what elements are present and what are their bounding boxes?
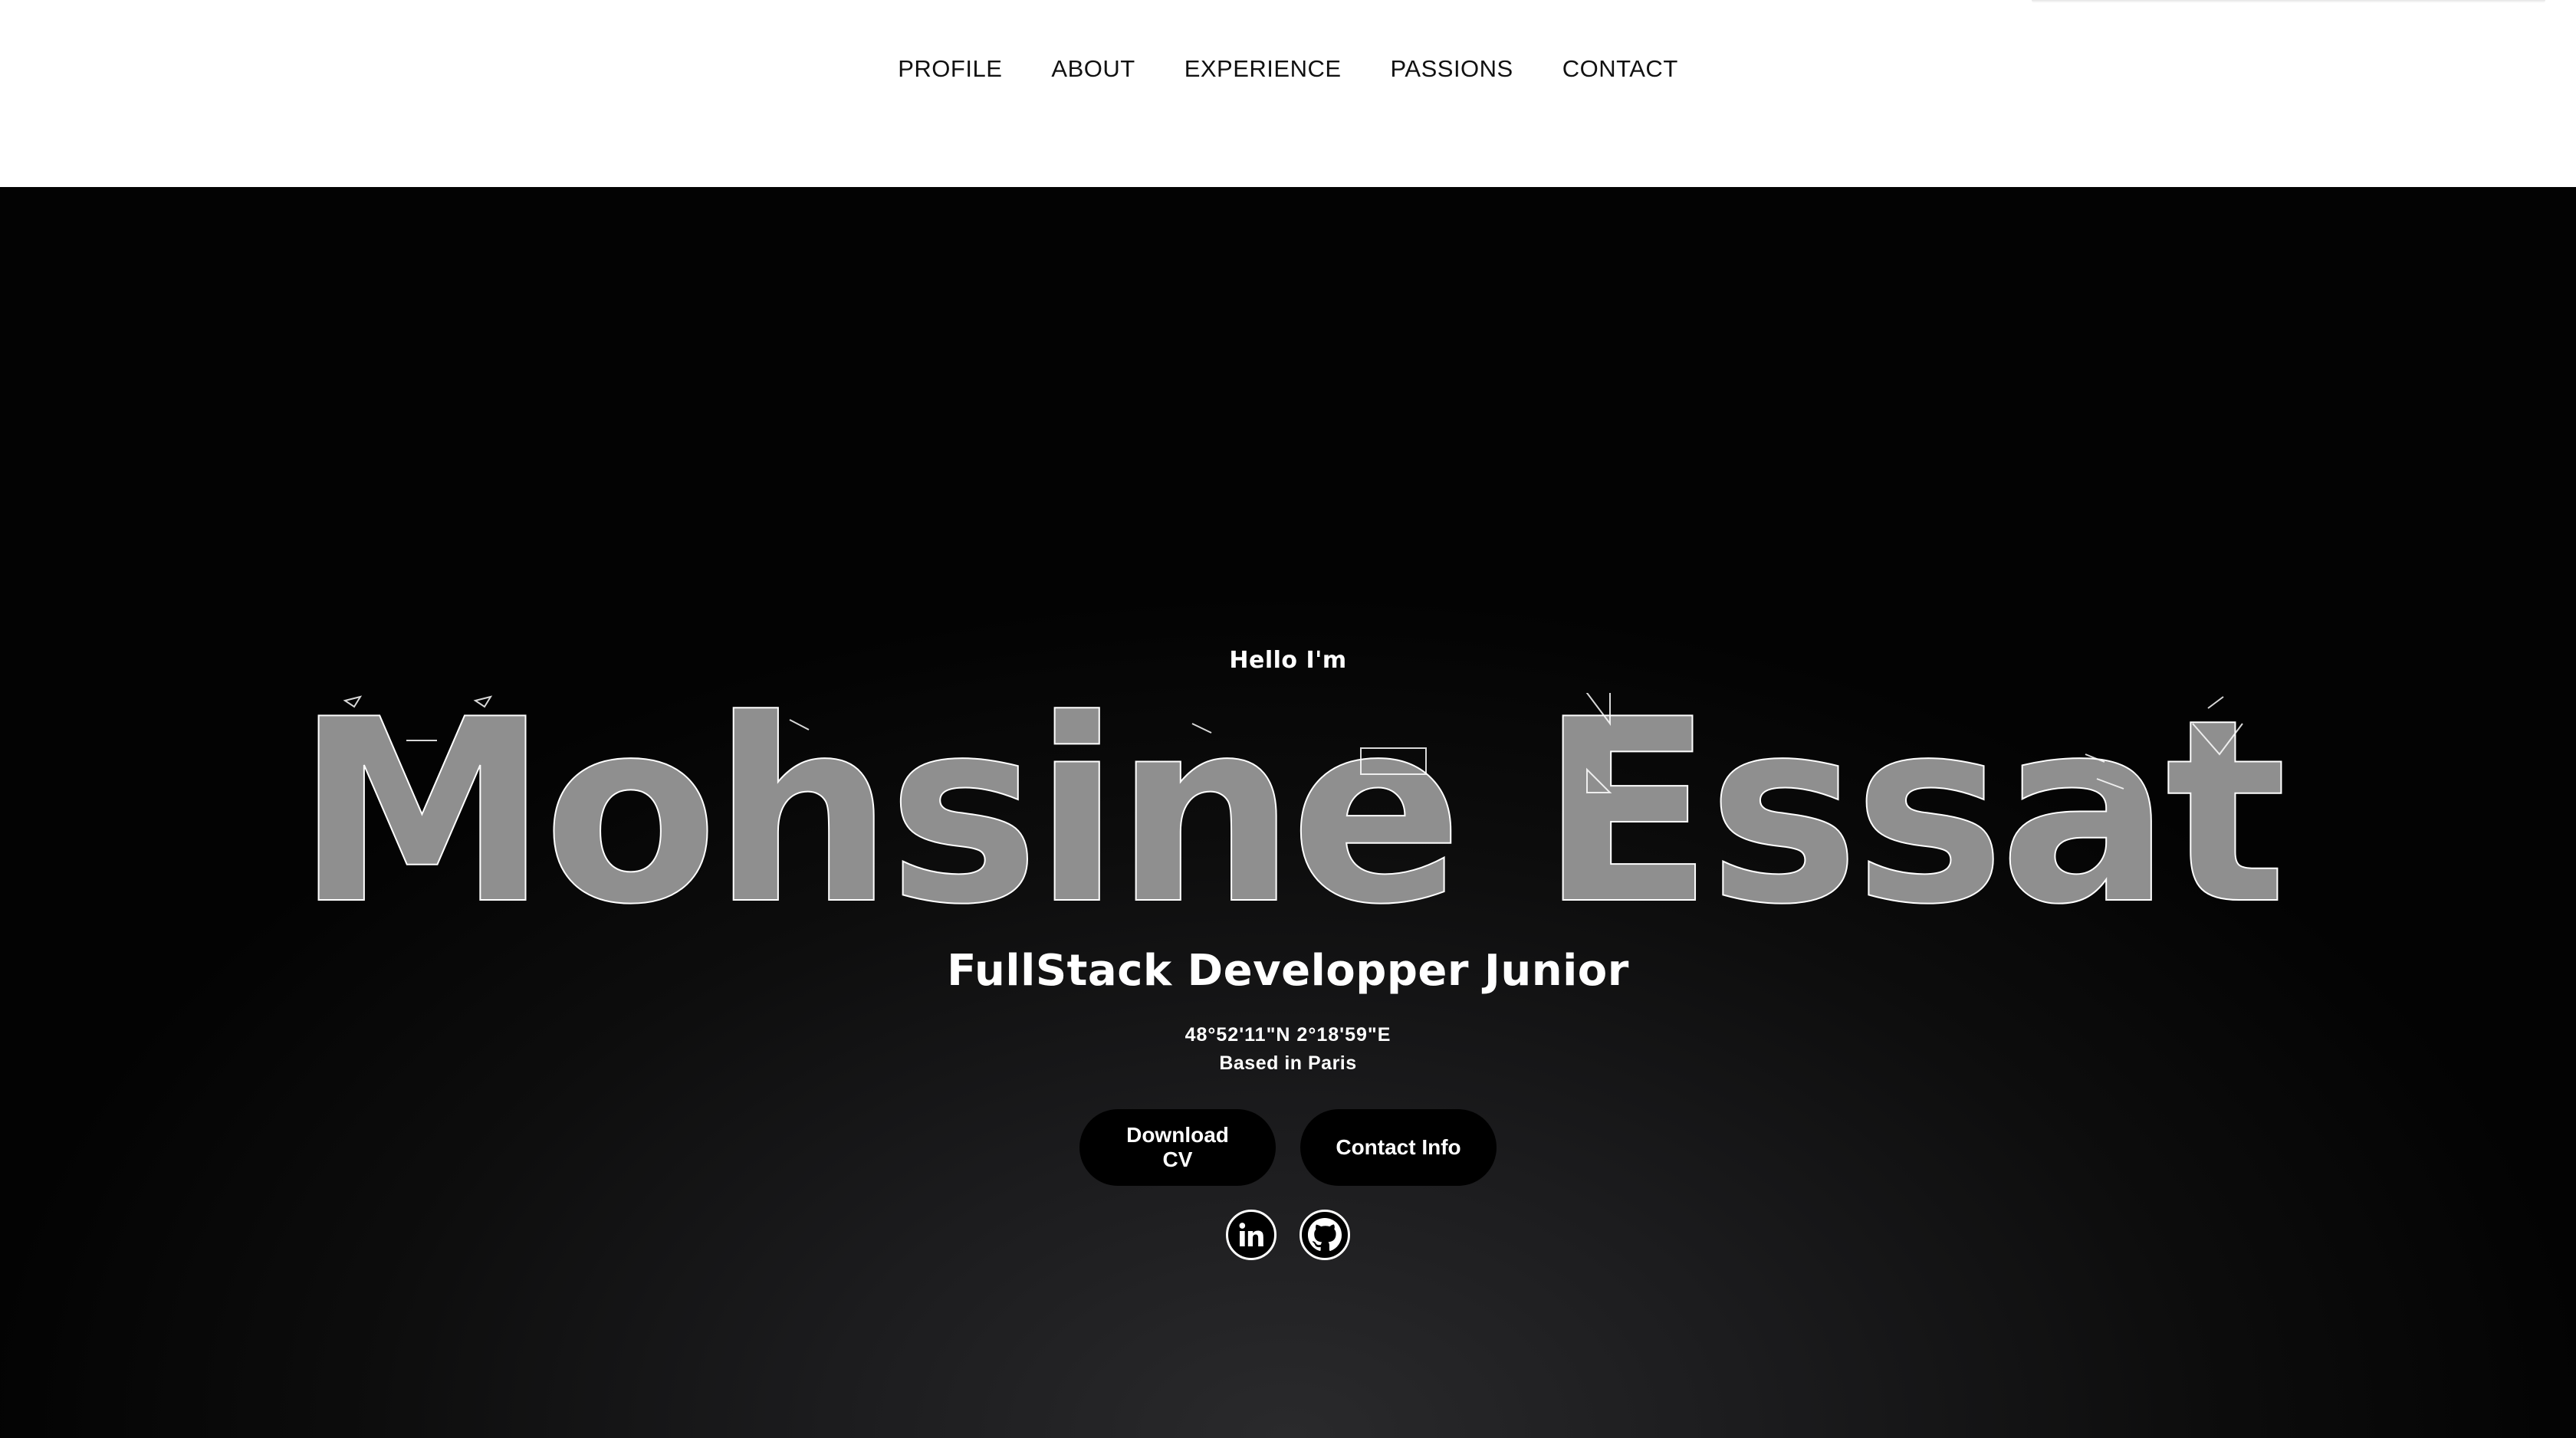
name-text: Mohsine Essat xyxy=(295,693,2285,923)
hero-buttons: Download CV Contact Info xyxy=(0,1109,2576,1186)
social-links xyxy=(0,1210,2576,1260)
location-text: Based in Paris xyxy=(1219,1052,1357,1074)
github-icon[interactable] xyxy=(1300,1210,1350,1260)
coordinates-text: 48°52'11"N 2°18'59"E xyxy=(1184,1024,1392,1046)
top-shadow-strip xyxy=(2032,0,2545,3)
nav-link-contact[interactable]: CONTACT xyxy=(1562,52,1678,86)
main-nav: PROFILE ABOUT EXPERIENCE PASSIONS CONTAC… xyxy=(0,52,2576,86)
top-navigation-bar: PROFILE ABOUT EXPERIENCE PASSIONS CONTAC… xyxy=(0,0,2576,187)
name-heading: Mohsine Essat xyxy=(294,693,2292,923)
greeting-text: Hello I'm xyxy=(1229,647,1347,674)
contact-info-button[interactable]: Contact Info xyxy=(1300,1109,1497,1186)
page: PROFILE ABOUT EXPERIENCE PASSIONS CONTAC… xyxy=(0,0,2576,1438)
linkedin-icon[interactable] xyxy=(1226,1210,1276,1260)
nav-link-about[interactable]: ABOUT xyxy=(1051,52,1135,86)
role-title: FullStack Developper Junior xyxy=(947,946,1629,996)
hero-section: Hello I'm Mohsine Essat FullStack Develo… xyxy=(0,187,2576,1438)
nav-link-profile[interactable]: PROFILE xyxy=(898,52,1002,86)
download-cv-button[interactable]: Download CV xyxy=(1079,1109,1276,1186)
nav-link-experience[interactable]: EXPERIENCE xyxy=(1184,52,1342,86)
nav-link-passions[interactable]: PASSIONS xyxy=(1391,52,1513,86)
